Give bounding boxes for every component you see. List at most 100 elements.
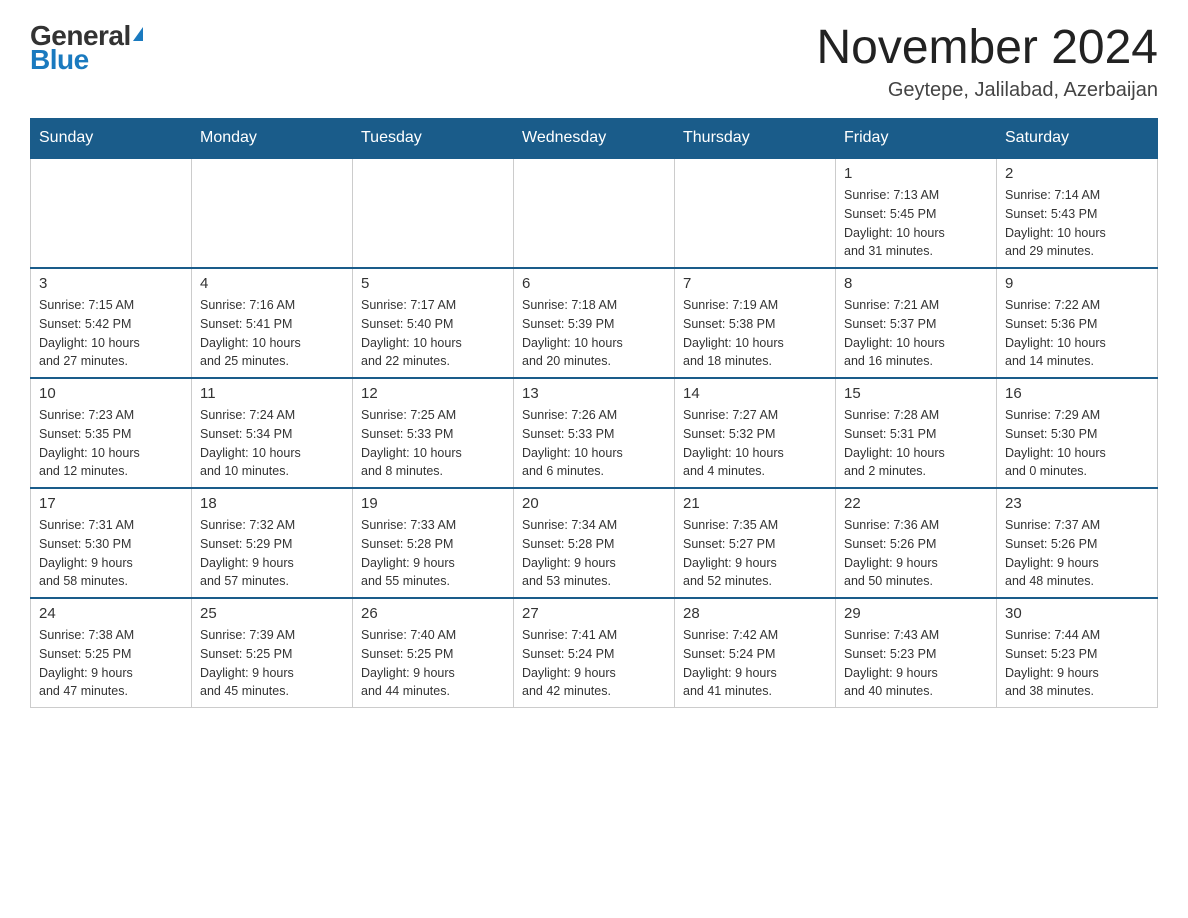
- calendar-cell: [514, 158, 675, 268]
- calendar-cell: 3Sunrise: 7:15 AM Sunset: 5:42 PM Daylig…: [31, 268, 192, 378]
- day-info: Sunrise: 7:39 AM Sunset: 5:25 PM Dayligh…: [200, 626, 344, 701]
- calendar-cell: 9 Sunrise: 7:22 AM Sunset: 5:36 PM Daylig…: [997, 268, 1158, 378]
- day-info: Sunrise: 7:13 AM Sunset: 5:45 PM Dayligh…: [844, 186, 988, 261]
- day-number: 17: [39, 495, 183, 512]
- week-row-3: 10 Sunrise: 7:23 AM Sunset: 5:35 PM Dayli…: [31, 378, 1158, 488]
- day-number: 15: [844, 385, 988, 402]
- day-info: Sunrise: 7:40 AM Sunset: 5:25 PM Dayligh…: [361, 626, 505, 701]
- day-number: 6: [522, 275, 666, 292]
- day-number: 8: [844, 275, 988, 292]
- calendar-cell: 26 Sunrise: 7:40 AM Sunset: 5:25 PM Dayli…: [353, 598, 514, 708]
- day-number: 22: [844, 495, 988, 512]
- day-number: 19: [361, 495, 505, 512]
- calendar-cell: 22Sunrise: 7:36 AM Sunset: 5:26 PM Dayli…: [836, 488, 997, 598]
- calendar-cell: 5 Sunrise: 7:17 AM Sunset: 5:40 PM Daylig…: [353, 268, 514, 378]
- day-info: Sunrise: 7:43 AM Sunset: 5:23 PM Dayligh…: [844, 626, 988, 701]
- weekday-header-row: SundayMondayTuesdayWednesdayThursdayFrid…: [31, 119, 1158, 159]
- day-number: 29: [844, 605, 988, 622]
- location-subtitle: Geytepe, Jalilabad, Azerbaijan: [816, 79, 1158, 102]
- day-number: 24: [39, 605, 183, 622]
- calendar-cell: 2Sunrise: 7:14 AM Sunset: 5:43 PM Daylig…: [997, 158, 1158, 268]
- calendar-cell: 27 Sunrise: 7:41 AM Sunset: 5:24 PM Dayli…: [514, 598, 675, 708]
- day-info: Sunrise: 7:33 AM Sunset: 5:28 PM Dayligh…: [361, 516, 505, 591]
- weekday-header-saturday: Saturday: [997, 119, 1158, 159]
- day-number: 30: [1005, 605, 1149, 622]
- calendar-cell: 11 Sunrise: 7:24 AM Sunset: 5:34 PM Dayli…: [192, 378, 353, 488]
- day-info: Sunrise: 7:29 AM Sunset: 5:30 PM Dayligh…: [1005, 406, 1149, 481]
- day-info: Sunrise: 7:21 AM Sunset: 5:37 PM Dayligh…: [844, 296, 988, 371]
- day-number: 14: [683, 385, 827, 402]
- day-info: Sunrise: 7:35 AM Sunset: 5:27 PM Dayligh…: [683, 516, 827, 591]
- logo: General Blue: [30, 20, 143, 76]
- calendar-cell: 7Sunrise: 7:19 AM Sunset: 5:38 PM Daylig…: [675, 268, 836, 378]
- day-info: Sunrise: 7:42 AM Sunset: 5:24 PM Dayligh…: [683, 626, 827, 701]
- day-number: 4: [200, 275, 344, 292]
- day-info: Sunrise: 7:18 AM Sunset: 5:39 PM Dayligh…: [522, 296, 666, 371]
- calendar-cell: 4Sunrise: 7:16 AM Sunset: 5:41 PM Daylig…: [192, 268, 353, 378]
- calendar-cell: 13Sunrise: 7:26 AM Sunset: 5:33 PM Dayli…: [514, 378, 675, 488]
- calendar-cell: 21 Sunrise: 7:35 AM Sunset: 5:27 PM Dayli…: [675, 488, 836, 598]
- day-info: Sunrise: 7:37 AM Sunset: 5:26 PM Dayligh…: [1005, 516, 1149, 591]
- calendar-cell: 17Sunrise: 7:31 AM Sunset: 5:30 PM Dayli…: [31, 488, 192, 598]
- week-row-1: 1 Sunrise: 7:13 AM Sunset: 5:45 PM Daylig…: [31, 158, 1158, 268]
- weekday-header-tuesday: Tuesday: [353, 119, 514, 159]
- calendar-cell: 20 Sunrise: 7:34 AM Sunset: 5:28 PM Dayli…: [514, 488, 675, 598]
- day-number: 25: [200, 605, 344, 622]
- calendar-cell: 16Sunrise: 7:29 AM Sunset: 5:30 PM Dayli…: [997, 378, 1158, 488]
- day-number: 27: [522, 605, 666, 622]
- calendar-cell: [192, 158, 353, 268]
- day-number: 12: [361, 385, 505, 402]
- day-info: Sunrise: 7:44 AM Sunset: 5:23 PM Dayligh…: [1005, 626, 1149, 701]
- day-info: Sunrise: 7:34 AM Sunset: 5:28 PM Dayligh…: [522, 516, 666, 591]
- day-info: Sunrise: 7:15 AM Sunset: 5:42 PM Dayligh…: [39, 296, 183, 371]
- logo-triangle-icon: [133, 27, 143, 41]
- calendar-cell: 28 Sunrise: 7:42 AM Sunset: 5:24 PM Dayli…: [675, 598, 836, 708]
- day-number: 26: [361, 605, 505, 622]
- day-info: Sunrise: 7:24 AM Sunset: 5:34 PM Dayligh…: [200, 406, 344, 481]
- weekday-header-wednesday: Wednesday: [514, 119, 675, 159]
- calendar-cell: 1 Sunrise: 7:13 AM Sunset: 5:45 PM Daylig…: [836, 158, 997, 268]
- day-info: Sunrise: 7:28 AM Sunset: 5:31 PM Dayligh…: [844, 406, 988, 481]
- month-title: November 2024: [816, 20, 1158, 75]
- title-area: November 2024 Geytepe, Jalilabad, Azerba…: [816, 20, 1158, 102]
- day-number: 18: [200, 495, 344, 512]
- calendar-cell: 18 Sunrise: 7:32 AM Sunset: 5:29 PM Dayli…: [192, 488, 353, 598]
- day-info: Sunrise: 7:19 AM Sunset: 5:38 PM Dayligh…: [683, 296, 827, 371]
- day-info: Sunrise: 7:17 AM Sunset: 5:40 PM Dayligh…: [361, 296, 505, 371]
- day-info: Sunrise: 7:32 AM Sunset: 5:29 PM Dayligh…: [200, 516, 344, 591]
- day-info: Sunrise: 7:25 AM Sunset: 5:33 PM Dayligh…: [361, 406, 505, 481]
- day-number: 1: [844, 165, 988, 182]
- day-number: 5: [361, 275, 505, 292]
- week-row-5: 24 Sunrise: 7:38 AM Sunset: 5:25 PM Dayli…: [31, 598, 1158, 708]
- day-info: Sunrise: 7:38 AM Sunset: 5:25 PM Dayligh…: [39, 626, 183, 701]
- calendar-cell: [675, 158, 836, 268]
- weekday-header-monday: Monday: [192, 119, 353, 159]
- day-number: 11: [200, 385, 344, 402]
- day-info: Sunrise: 7:27 AM Sunset: 5:32 PM Dayligh…: [683, 406, 827, 481]
- day-number: 21: [683, 495, 827, 512]
- calendar-cell: 19 Sunrise: 7:33 AM Sunset: 5:28 PM Dayli…: [353, 488, 514, 598]
- day-number: 28: [683, 605, 827, 622]
- calendar-cell: 8 Sunrise: 7:21 AM Sunset: 5:37 PM Daylig…: [836, 268, 997, 378]
- calendar-cell: [31, 158, 192, 268]
- day-number: 9: [1005, 275, 1149, 292]
- calendar-cell: 14 Sunrise: 7:27 AM Sunset: 5:32 PM Dayli…: [675, 378, 836, 488]
- day-info: Sunrise: 7:41 AM Sunset: 5:24 PM Dayligh…: [522, 626, 666, 701]
- calendar-cell: 30 Sunrise: 7:44 AM Sunset: 5:23 PM Dayli…: [997, 598, 1158, 708]
- day-number: 2: [1005, 165, 1149, 182]
- page-header: General Blue November 2024 Geytepe, Jali…: [30, 20, 1158, 102]
- calendar-cell: [353, 158, 514, 268]
- week-row-2: 3Sunrise: 7:15 AM Sunset: 5:42 PM Daylig…: [31, 268, 1158, 378]
- day-number: 20: [522, 495, 666, 512]
- calendar-cell: 10 Sunrise: 7:23 AM Sunset: 5:35 PM Dayli…: [31, 378, 192, 488]
- calendar-cell: 12 Sunrise: 7:25 AM Sunset: 5:33 PM Dayli…: [353, 378, 514, 488]
- day-number: 13: [522, 385, 666, 402]
- calendar-cell: 29 Sunrise: 7:43 AM Sunset: 5:23 PM Dayli…: [836, 598, 997, 708]
- day-number: 10: [39, 385, 183, 402]
- day-info: Sunrise: 7:22 AM Sunset: 5:36 PM Dayligh…: [1005, 296, 1149, 371]
- calendar-cell: 23Sunrise: 7:37 AM Sunset: 5:26 PM Dayli…: [997, 488, 1158, 598]
- calendar-cell: 6 Sunrise: 7:18 AM Sunset: 5:39 PM Daylig…: [514, 268, 675, 378]
- calendar-cell: 15 Sunrise: 7:28 AM Sunset: 5:31 PM Dayli…: [836, 378, 997, 488]
- weekday-header-thursday: Thursday: [675, 119, 836, 159]
- day-info: Sunrise: 7:23 AM Sunset: 5:35 PM Dayligh…: [39, 406, 183, 481]
